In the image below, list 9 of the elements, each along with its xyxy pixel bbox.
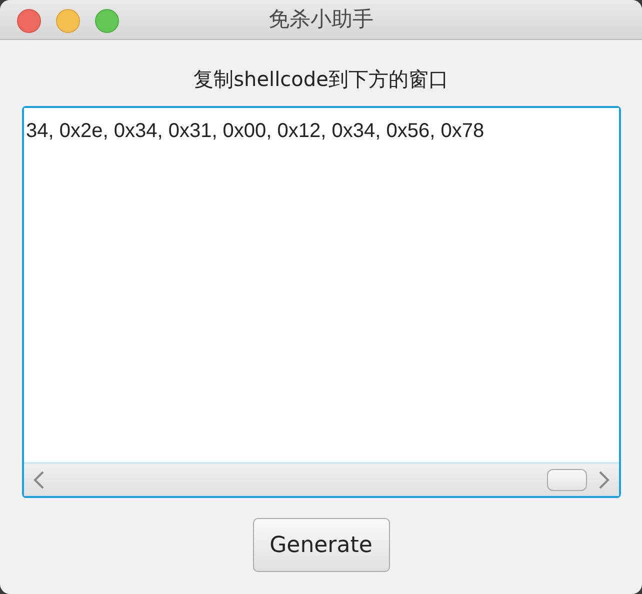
zoom-button[interactable]: [95, 9, 119, 33]
scrollbar-thumb[interactable]: [547, 469, 587, 491]
window-title: 免杀小助手: [268, 6, 374, 33]
minimize-button[interactable]: [56, 9, 80, 33]
shellcode-text-area[interactable]: 34, 0x2e, 0x34, 0x31, 0x00, 0x12, 0x34, 0x56, 0x78: [22, 106, 621, 498]
horizontal-scrollbar[interactable]: [24, 462, 619, 496]
generate-button[interactable]: Generate: [252, 518, 390, 572]
close-button[interactable]: [17, 9, 41, 33]
instruction-label: 复制shellcode到下方的窗口: [192, 66, 450, 93]
